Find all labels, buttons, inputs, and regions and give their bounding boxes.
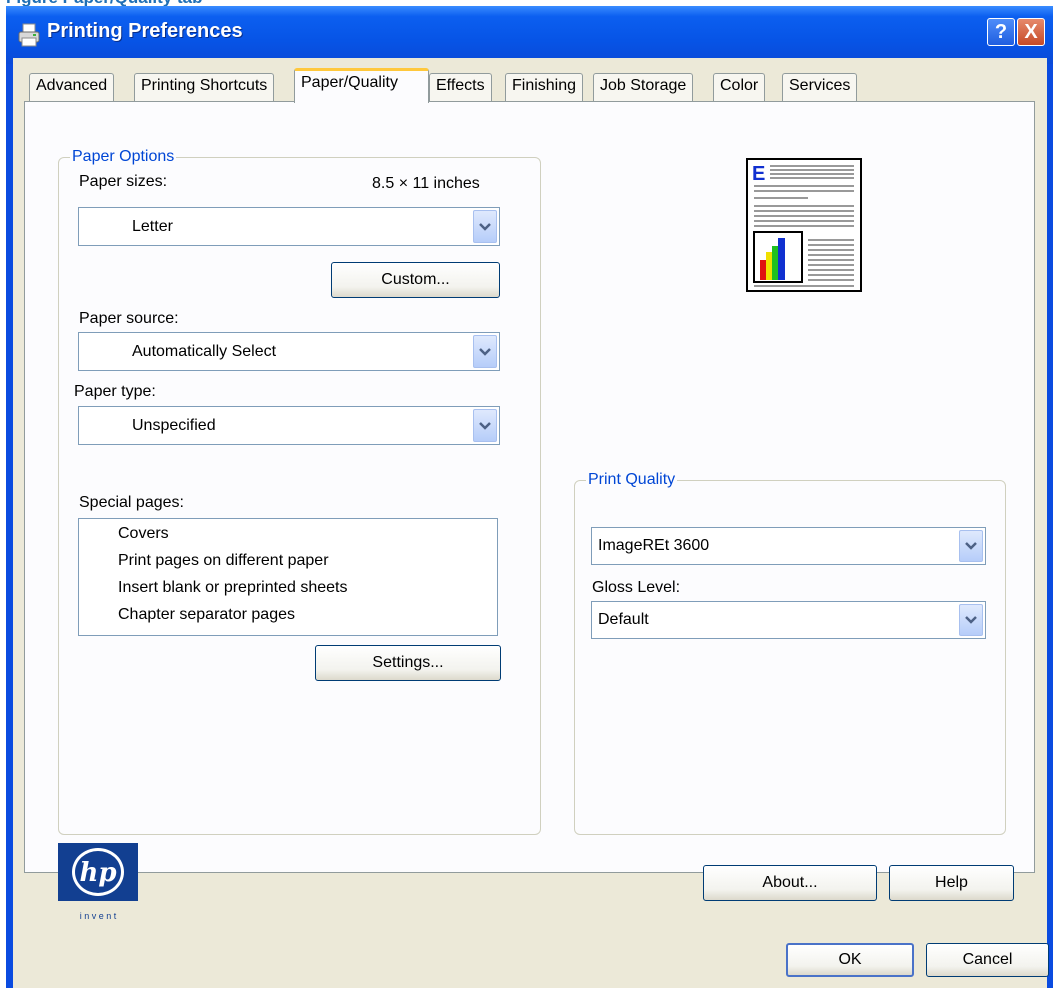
- special-pages-list[interactable]: Covers Print pages on different paper In…: [78, 518, 498, 636]
- paper-type-label: Paper type:: [74, 383, 156, 400]
- gloss-level-label: Gloss Level:: [592, 579, 681, 596]
- list-item[interactable]: Print pages on different paper: [118, 552, 329, 570]
- tab-advanced[interactable]: Advanced: [29, 73, 115, 101]
- paper-type-value: Unspecified: [132, 416, 216, 434]
- print-quality-legend: Print Quality: [586, 471, 678, 489]
- hp-mark: hp: [79, 858, 116, 888]
- paper-size-dimensions: 8.5 × 11 inches: [372, 175, 480, 192]
- tab-job-storage[interactable]: Job Storage: [593, 73, 694, 101]
- special-pages-label: Special pages:: [79, 494, 184, 511]
- chevron-down-icon[interactable]: [473, 409, 497, 442]
- chevron-down-icon[interactable]: [959, 530, 983, 562]
- help-title-button[interactable]: ?: [987, 18, 1015, 46]
- chevron-down-icon[interactable]: [473, 210, 497, 243]
- about-button[interactable]: About...: [703, 865, 877, 901]
- paper-source-value: Automatically Select: [132, 342, 277, 360]
- hp-logo: hp i n v e n t: [58, 843, 138, 923]
- tab-color[interactable]: Color: [713, 73, 766, 101]
- tab-printing-shortcuts[interactable]: Printing Shortcuts: [134, 73, 275, 101]
- paper-options-legend: Paper Options: [70, 148, 177, 166]
- chevron-down-icon[interactable]: [959, 604, 983, 636]
- custom-button[interactable]: Custom...: [331, 262, 500, 298]
- list-item[interactable]: Chapter separator pages: [118, 606, 295, 624]
- print-quality-value: ImageREt 3600: [598, 537, 710, 554]
- printer-icon: [18, 23, 40, 47]
- chevron-down-icon[interactable]: [473, 335, 497, 368]
- hp-tagline: i n v e n t: [80, 911, 117, 921]
- list-item[interactable]: Insert blank or preprinted sheets: [118, 579, 347, 597]
- window-title: Printing Preferences: [47, 20, 243, 42]
- list-item[interactable]: Covers: [118, 525, 169, 543]
- ok-button[interactable]: OK: [786, 943, 914, 977]
- settings-button[interactable]: Settings...: [315, 645, 501, 681]
- paper-source-label: Paper source:: [79, 310, 179, 327]
- paper-sizes-label: Paper sizes:: [79, 173, 168, 190]
- gloss-level-select[interactable]: Default: [591, 601, 986, 639]
- print-quality-select[interactable]: ImageREt 3600: [591, 527, 986, 565]
- cancel-button[interactable]: Cancel: [926, 943, 1049, 977]
- preview-letter: E: [752, 163, 765, 185]
- tab-finishing[interactable]: Finishing: [505, 73, 584, 101]
- gloss-level-value: Default: [598, 611, 649, 628]
- page-preview: E: [746, 158, 862, 292]
- tab-effects[interactable]: Effects: [429, 73, 492, 101]
- paper-size-value: Letter: [132, 217, 173, 235]
- paper-size-select[interactable]: Letter: [78, 207, 500, 246]
- tab-services[interactable]: Services: [782, 73, 858, 101]
- paper-type-select[interactable]: Unspecified: [78, 406, 500, 445]
- close-title-button[interactable]: X: [1017, 18, 1045, 46]
- paper-source-select[interactable]: Automatically Select: [78, 332, 500, 371]
- help-button[interactable]: Help: [889, 865, 1014, 901]
- tab-paper-quality[interactable]: Paper/Quality: [294, 68, 429, 103]
